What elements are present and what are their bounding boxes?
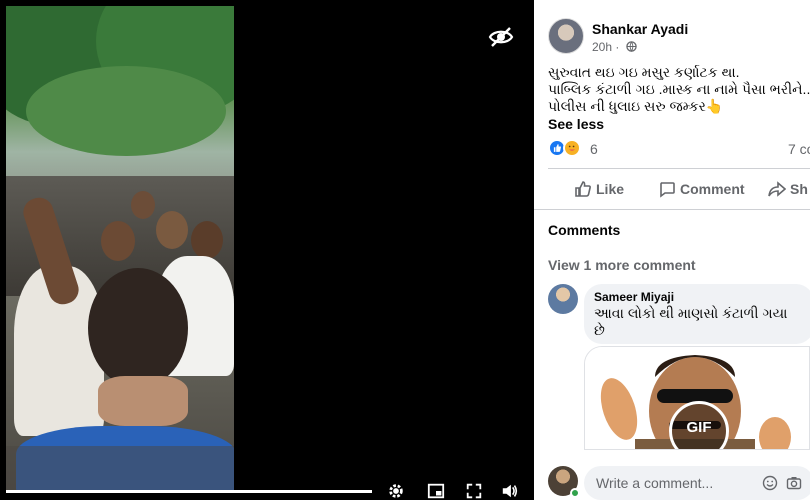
comments-heading: Comments [548,222,621,238]
emoji-icon[interactable] [762,475,778,491]
scene-person [191,221,223,259]
care-icon [563,139,581,157]
divider [548,168,810,169]
see-less-link[interactable]: See less [548,116,604,132]
post-timestamp[interactable]: 20h · [592,40,637,54]
author-avatar[interactable] [548,18,584,54]
divider [534,209,810,210]
comment-button[interactable]: Comment [658,174,745,204]
scene-person [88,268,188,388]
video-controls [0,476,534,500]
post-text-line: સુરુવાત થઇ ગઇ મસુર કર્ણાટક થા. [548,64,740,80]
reaction-count[interactable]: 6 [590,141,598,157]
like-button[interactable]: Like [574,174,624,204]
picture-in-picture-icon[interactable] [426,482,446,500]
post-text-line: પોલીસ ની ધુલાઇ સરુ જમ્કર👆 [548,98,724,114]
gif-attachment[interactable]: GIF [584,346,810,450]
camera-icon[interactable] [786,475,802,491]
comment-count[interactable]: 7 com [788,141,810,157]
scene-person [131,191,155,219]
scene-person [98,376,188,426]
comment-text: આવા લોકો થી માણસો કંટાળી ગયા છે [594,305,788,338]
view-more-comments-link[interactable]: View 1 more comment [548,257,696,273]
like-label: Like [596,181,625,197]
post-actions: Like Comment Sh [534,174,810,204]
share-icon [768,181,787,197]
post-time-text[interactable]: 20h [592,40,612,54]
comment-icon [660,182,675,198]
share-label: Sh [790,181,808,197]
comment-bubble: Sameer Miyaji આવા લોકો થી માણસો કંટાળી ગ… [584,284,810,344]
progress-bar[interactable] [6,490,372,493]
progress-fill [6,490,372,493]
volume-icon[interactable] [500,482,520,500]
globe-icon [625,41,637,52]
author-name[interactable]: Shankar Ayadi [592,21,688,37]
video-player[interactable] [0,0,534,500]
commenter-avatar[interactable] [548,284,578,314]
post-text: સુરુવાત થઇ ગઇ મસુર કર્ણાટક થા. પાબ્લિક ક… [548,64,810,115]
scene-person [156,211,188,249]
scene-person [101,221,135,261]
comment-label: Comment [680,181,745,197]
settings-icon[interactable] [386,482,406,500]
hide-video-icon[interactable] [488,26,514,48]
like-outline-icon [575,181,591,197]
video-frame[interactable] [6,6,234,492]
scene-tree [26,66,226,156]
commenter-name[interactable]: Sameer Miyaji [594,290,804,304]
comment-composer [548,464,810,500]
online-status-dot [570,488,580,498]
fullscreen-icon[interactable] [464,482,484,500]
post-text-line: પાબ્લિક કંટાળી ગઇ .માસ્ક ના નામે પૈસા ભર… [548,81,810,97]
share-button[interactable]: Sh [768,174,808,204]
post-header: Shankar Ayadi 20h · [548,18,810,58]
gif-label: GIF [686,418,712,436]
reactions-summary[interactable]: 6 7 com [548,139,810,159]
